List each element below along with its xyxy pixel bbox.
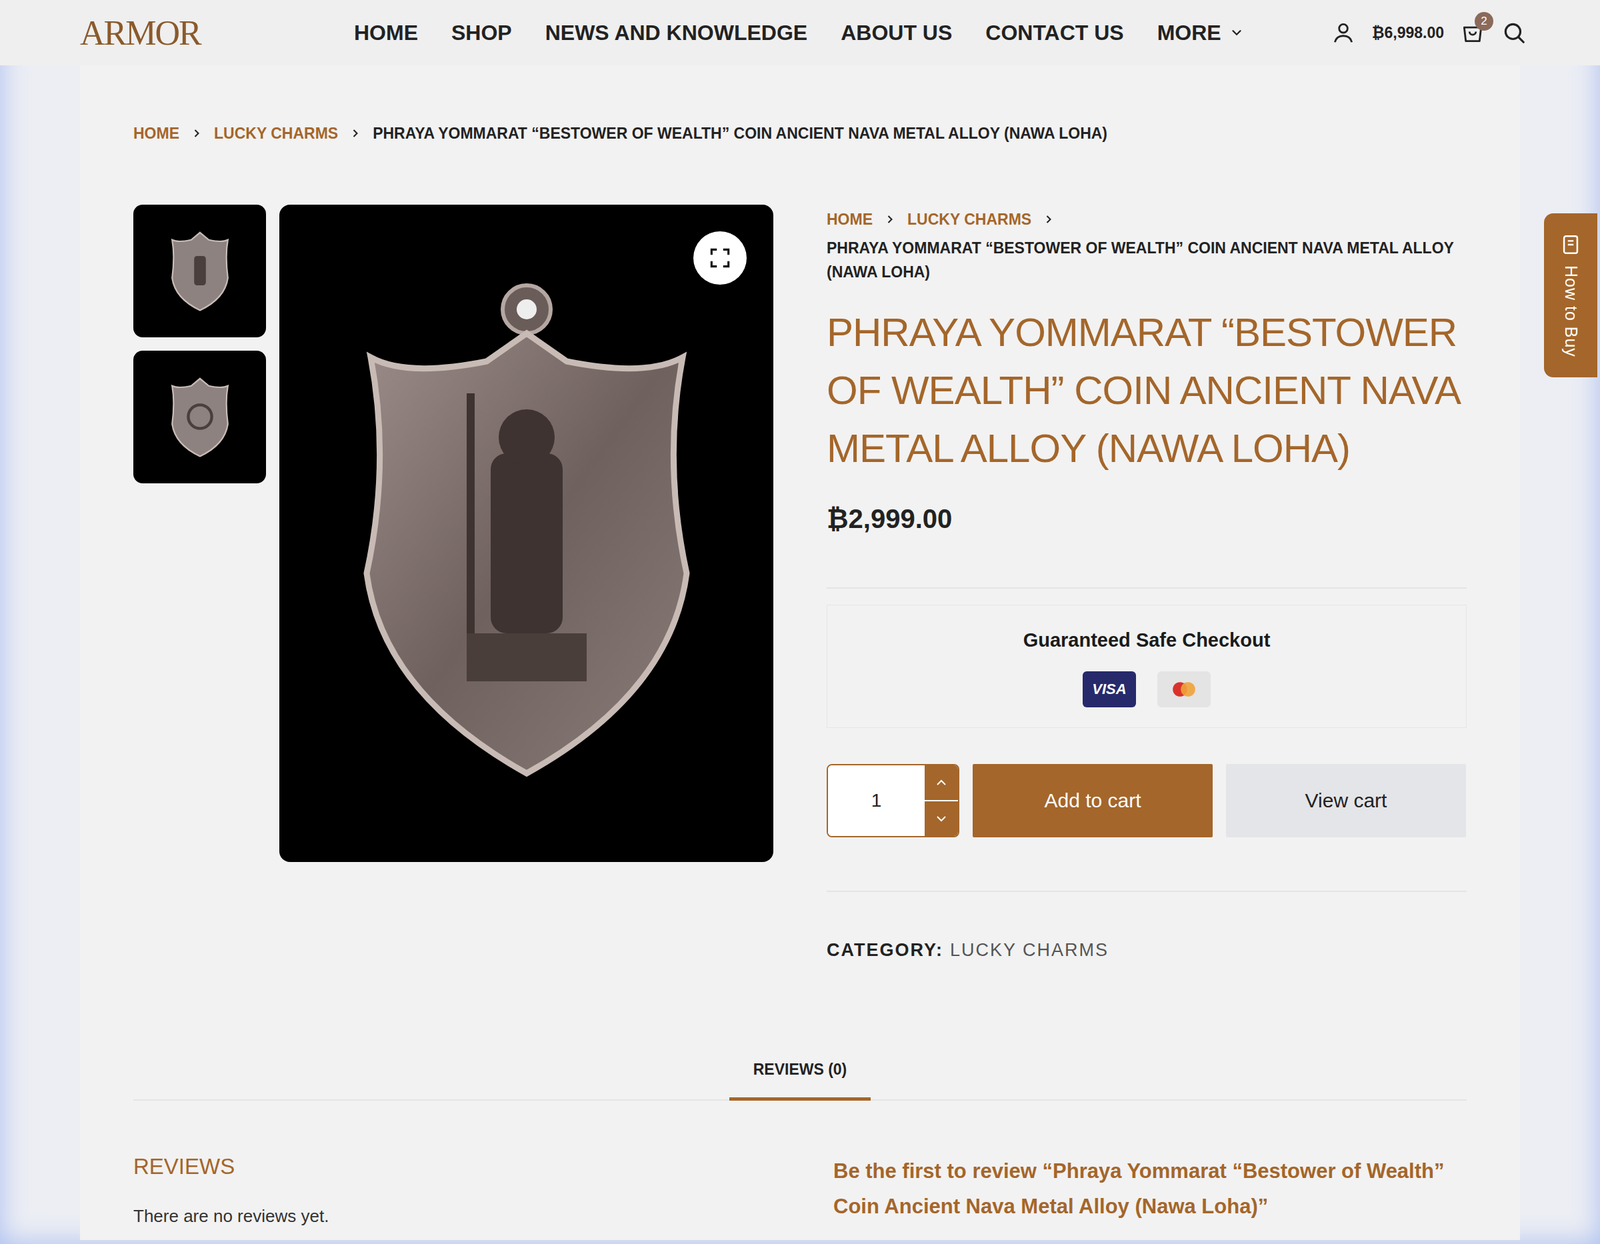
breadcrumb: HOME LUCKY CHARMS PHRAYA YOMMARAT “BESTOWE…	[133, 121, 1467, 146]
divider	[826, 587, 1467, 589]
category-label: CATEGORY:	[826, 940, 944, 960]
search-icon[interactable]	[1501, 20, 1527, 46]
site-header: ARMORHOME SHOP NEWS AND KNOWLEDGE ABOUT US C…	[0, 0, 1600, 66]
coin-photo	[326, 273, 727, 794]
visa-icon: VISA	[1082, 671, 1136, 708]
book-icon	[1559, 233, 1582, 256]
nav-item[interactable]: HOME	[354, 20, 418, 46]
product-title: PHRAYA YOMMARAT “BESTOWER OF WEALTH” COI…	[826, 303, 1467, 478]
chevron-up-icon	[933, 774, 950, 791]
mastercard-icon	[1157, 671, 1211, 708]
breadcrumb-item: PHRAYA YOMMARAT “BESTOWER OF WEALTH” COI…	[826, 236, 1467, 286]
quantity-steppers	[924, 765, 958, 836]
fullscreen-button[interactable]	[693, 231, 747, 285]
safe-checkout-title: Guaranteed Safe Checkout	[1023, 629, 1271, 652]
product-section: HOME LUCKY CHARMS PHRAYA YOMMARAT “BESTOWE…	[133, 204, 1467, 961]
no-reviews-text: There are no reviews yet.	[133, 1206, 774, 1227]
content-panel: HOME LUCKY CHARMS PHRAYA YOMMARAT “BESTOWE…	[80, 65, 1520, 1240]
product-summary: HOME LUCKY CHARMS PHRAYA YOMMARAT “BESTOWE…	[826, 204, 1467, 961]
thumbnail-list	[133, 204, 266, 484]
expand-icon	[707, 245, 733, 271]
payment-cards: VISA	[1082, 671, 1211, 708]
tab[interactable]: REVIEWS (0)	[729, 1060, 872, 1101]
gallery	[133, 204, 774, 961]
review-prompt: Be the first to review “Phraya Yommarat …	[826, 1154, 1467, 1224]
header-tools: ₿6,998.00 2	[1330, 20, 1527, 46]
breadcrumb-item[interactable]: LUCKY CHARMS	[214, 121, 338, 146]
category-link[interactable]: LUCKY CHARMS	[950, 940, 1109, 960]
chevron-right-icon	[348, 126, 362, 140]
breadcrumb-item: PHRAYA YOMMARAT “BESTOWER OF WEALTH” COI…	[372, 121, 1108, 146]
chevron-down-icon	[1229, 25, 1244, 40]
chevron-right-icon	[1042, 212, 1056, 226]
product-price: ₿2,999.00	[826, 504, 1467, 534]
nav-item[interactable]: MORE	[1157, 20, 1244, 46]
tab-bar: REVIEWS (0)	[133, 1060, 1467, 1101]
divider	[826, 890, 1467, 892]
decrease-button[interactable]	[924, 801, 958, 836]
breadcrumb-item[interactable]: LUCKY CHARMS	[907, 207, 1032, 232]
main-nav: HOME SHOP NEWS AND KNOWLEDGE ABOUT US CONTAC…	[354, 20, 1244, 46]
chevron-down-icon	[933, 810, 950, 827]
quantity-input[interactable]	[828, 765, 925, 836]
mastercard-circles-icon	[1168, 679, 1200, 700]
how-to-buy-label: How to Buy	[1561, 265, 1581, 358]
page: ARMORHOMESHOPNEWS AND KNOWLEDGEABOUT USC…	[0, 0, 1600, 1244]
add-to-cart-row: Add to cartView cart	[826, 764, 1467, 838]
nav-item[interactable]: CONTACT US	[985, 20, 1124, 46]
nav-item[interactable]: NEWS AND KNOWLEDGE	[545, 20, 808, 46]
cart-count-badge: 2	[1474, 12, 1494, 31]
breadcrumb-item[interactable]: HOME	[133, 121, 180, 146]
review-form: Be the first to review “Phraya Yommarat …	[826, 1154, 1467, 1227]
reviews-heading: REVIEWS	[133, 1154, 774, 1180]
chevron-right-icon	[190, 126, 204, 140]
chevron-right-icon	[883, 212, 897, 226]
reviews-section: REVIEWS There are no reviews yet. Be the f…	[133, 1154, 1467, 1227]
nav-item[interactable]: SHOP	[451, 20, 512, 46]
add-to-cart-button[interactable]: Add to cart	[972, 764, 1213, 838]
view-cart-button[interactable]: View cart	[1226, 764, 1466, 838]
user-icon[interactable]	[1330, 20, 1356, 46]
quantity-field	[826, 764, 960, 838]
cart-total[interactable]: ₿6,998.00	[1372, 24, 1444, 42]
increase-button[interactable]	[924, 765, 958, 802]
coin-thumbnail-icon	[163, 224, 237, 318]
breadcrumb: HOME LUCKY CHARMS PHRAYA YOMMARAT “BESTOWE…	[826, 207, 1467, 285]
reviews-list: REVIEWS There are no reviews yet.	[133, 1154, 774, 1227]
logo[interactable]: ARMOR	[80, 13, 354, 53]
product-category: CATEGORY: LUCKY CHARMS	[826, 940, 1467, 961]
product-image[interactable]	[279, 204, 774, 862]
how-to-buy-tab[interactable]: How to Buy	[1544, 213, 1598, 378]
nav-item[interactable]: ABOUT US	[840, 20, 952, 46]
cart-button[interactable]: 2	[1460, 20, 1486, 46]
coin-thumbnail-icon	[163, 370, 237, 464]
thumbnail[interactable]	[133, 204, 266, 338]
breadcrumb-item[interactable]: HOME	[826, 207, 873, 232]
thumbnail[interactable]	[133, 350, 266, 484]
safe-checkout: Guaranteed Safe Checkout VISA	[826, 604, 1467, 728]
